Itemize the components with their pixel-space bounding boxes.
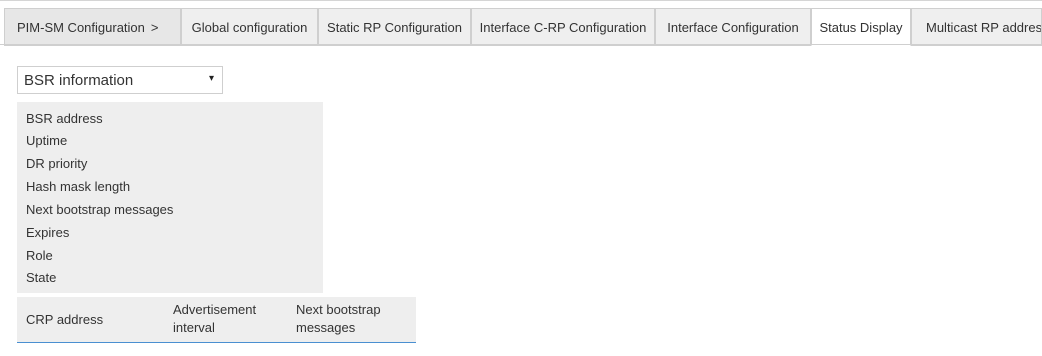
- field-dr-priority: DR priority: [26, 156, 88, 171]
- field-expires: Expires: [26, 225, 70, 240]
- tab-static-rp-configuration[interactable]: Static RP Configuration: [318, 8, 471, 46]
- column-header-line: Next bootstrap: [296, 302, 381, 317]
- tab-label: Interface Configuration: [667, 19, 799, 35]
- tab-label: PIM-SM Configuration: [17, 19, 145, 35]
- tab-status-display[interactable]: Status Display: [811, 8, 911, 46]
- tab-label: Static RP Configuration: [327, 19, 462, 35]
- tab-bar: PIM-SM Configuration > Global configurat…: [0, 0, 1042, 47]
- bsr-info-panel: BSR address Uptime DR priority Hash mask…: [17, 102, 323, 293]
- tab-global-configuration[interactable]: Global configuration: [181, 8, 318, 46]
- tab-pim-sm-configuration[interactable]: PIM-SM Configuration >: [4, 8, 181, 46]
- tab-label: Interface C-RP Configuration: [479, 19, 647, 35]
- column-header-advertisement-interval: Advertisement interval: [173, 301, 256, 337]
- tab-label: Multicast RP address: [926, 19, 1042, 35]
- column-header-line: messages: [296, 320, 356, 335]
- column-header-line: interval: [173, 320, 215, 335]
- field-next-bootstrap-messages: Next bootstrap messages: [26, 202, 174, 217]
- field-role: Role: [26, 248, 53, 263]
- breadcrumb-separator-icon: >: [150, 19, 159, 35]
- column-header-crp-address: CRP address: [26, 311, 103, 329]
- column-header-line: Advertisement: [173, 302, 257, 317]
- field-state: State: [26, 270, 57, 285]
- info-type-select[interactable]: BSR information ▾: [17, 66, 223, 94]
- select-value: BSR information: [24, 71, 134, 89]
- column-header-line: CRP address: [26, 312, 104, 327]
- column-header-next-bootstrap-messages: Next bootstrap messages: [296, 301, 381, 337]
- tab-interface-configuration[interactable]: Interface Configuration: [655, 8, 811, 46]
- field-uptime: Uptime: [26, 133, 68, 148]
- tab-label: Global configuration: [191, 19, 308, 35]
- tab-label: Status Display: [819, 19, 903, 35]
- field-bsr-address: BSR address: [26, 111, 103, 126]
- crp-table-header: CRP address Advertisement interval Next …: [17, 297, 416, 343]
- tab-interface-crp-configuration[interactable]: Interface C-RP Configuration: [471, 8, 655, 46]
- tab-multicast-rp-address[interactable]: Multicast RP address: [911, 8, 1042, 46]
- tab-bar-divider: [0, 44, 1042, 45]
- dropdown-arrow-icon: ▾: [208, 73, 214, 84]
- field-hash-mask-length: Hash mask length: [26, 179, 131, 194]
